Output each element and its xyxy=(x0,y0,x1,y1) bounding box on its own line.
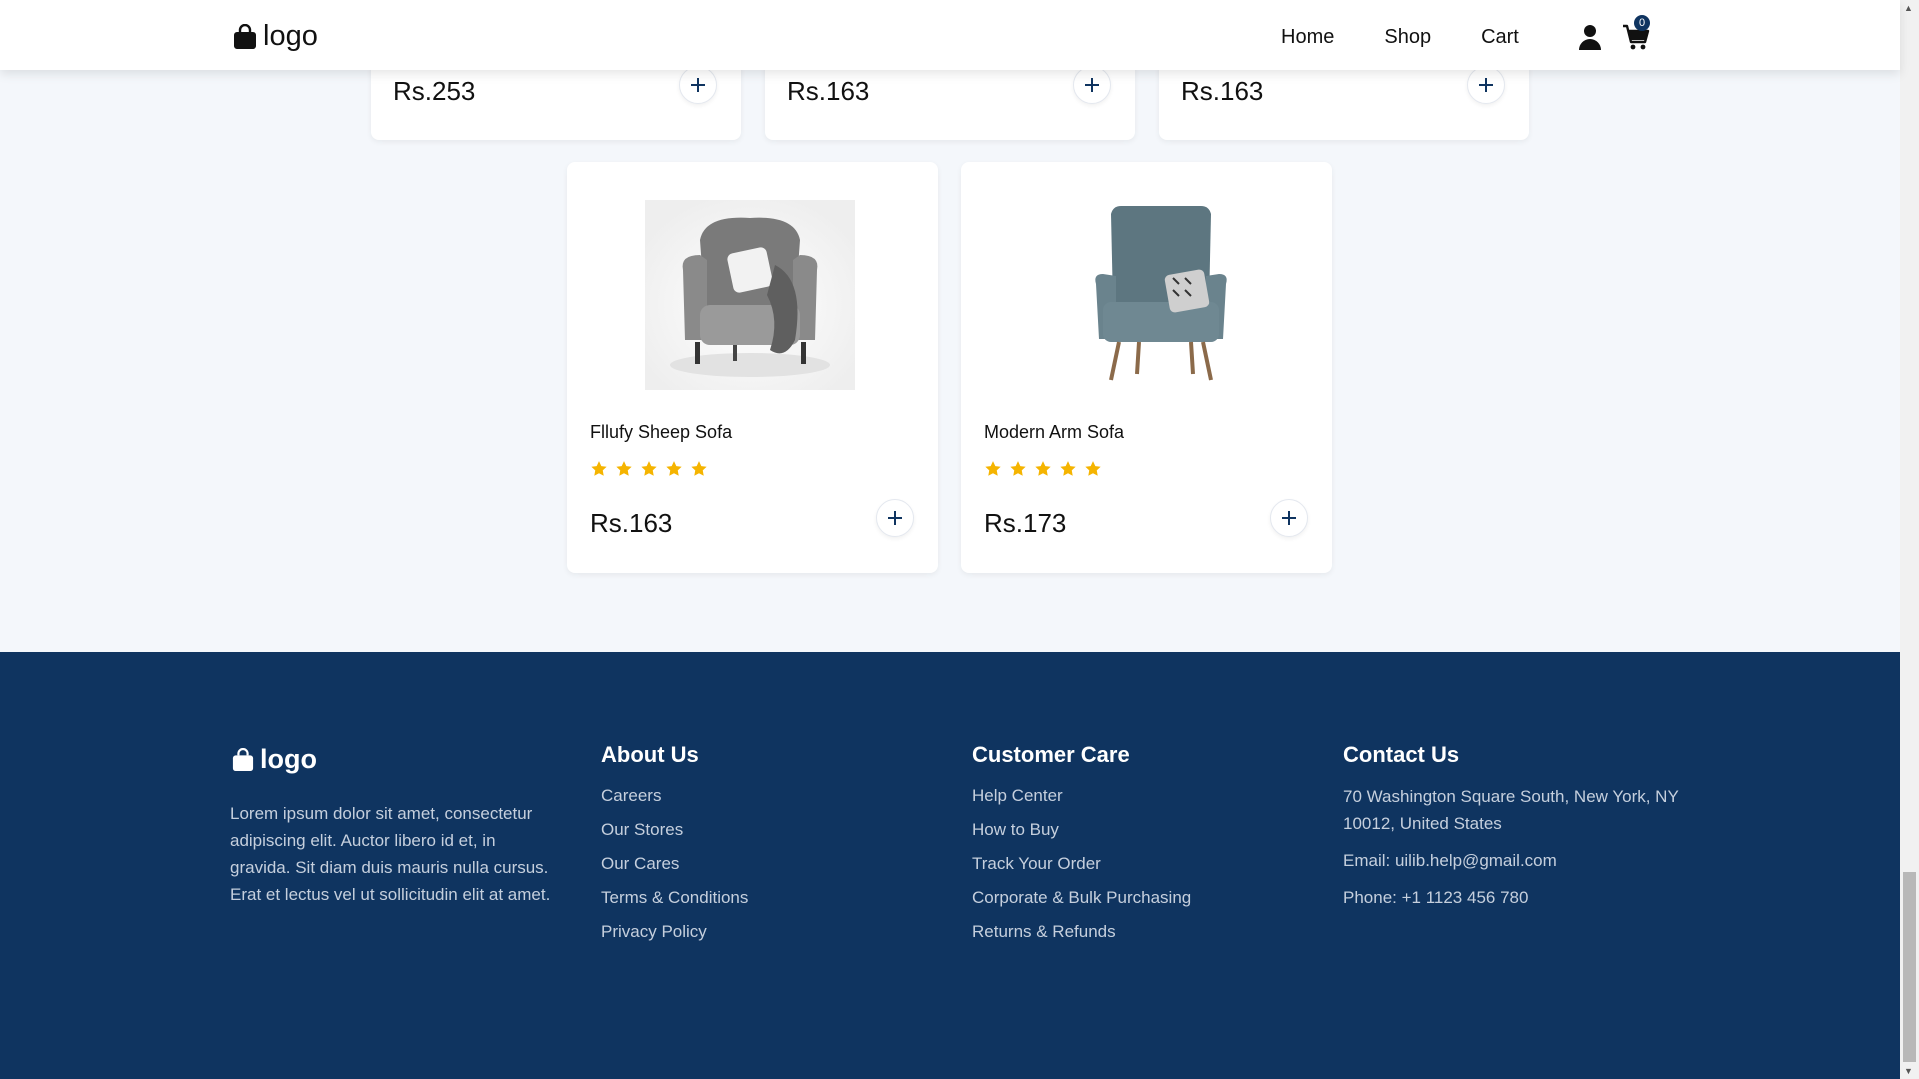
contact-address: 70 Washington Square South, New York, NY… xyxy=(1343,787,1679,833)
footer-contact-column: Contact Us 70 Washington Square South, N… xyxy=(1343,742,1683,921)
footer-care-column: Customer Care Help Center How to Buy Tra… xyxy=(972,742,1191,956)
user-icon[interactable] xyxy=(1579,24,1601,50)
product-name[interactable]: Modern Arm Sofa xyxy=(984,422,1124,443)
star-icon xyxy=(616,461,632,476)
contact-email[interactable]: Email: uilib.help@gmail.com xyxy=(1343,847,1683,874)
nav-shop[interactable]: Shop xyxy=(1384,26,1431,49)
star-icon xyxy=(1035,461,1051,476)
site-header: logo Home Shop Cart 0 xyxy=(0,0,1900,70)
add-to-cart-button[interactable] xyxy=(1073,66,1111,104)
star-icon xyxy=(666,461,682,476)
product-name[interactable]: Fllufy Sheep Sofa xyxy=(590,422,732,443)
footer-heading: About Us xyxy=(601,742,699,767)
rating-stars xyxy=(984,460,1102,478)
add-to-cart-button[interactable] xyxy=(1467,66,1505,104)
scroll-down-arrow-icon[interactable]: ▼ xyxy=(1904,1066,1913,1076)
footer-link-track-order[interactable]: Track Your Order xyxy=(972,854,1191,874)
footer-link-our-stores[interactable]: Our Stores xyxy=(601,820,748,840)
footer-about-column: About Us Careers Our Stores Our Cares Te… xyxy=(601,742,748,956)
star-icon xyxy=(691,461,707,476)
footer-link-careers[interactable]: Careers xyxy=(601,786,748,806)
nav-home[interactable]: Home xyxy=(1281,26,1334,49)
plus-icon xyxy=(1479,78,1493,92)
page-scrollbar[interactable]: ▲ ▼ xyxy=(1900,0,1919,1079)
footer-link-help-center[interactable]: Help Center xyxy=(972,786,1191,806)
add-to-cart-button[interactable] xyxy=(679,66,717,104)
footer-heading: Customer Care xyxy=(972,742,1130,767)
contact-phone[interactable]: Phone: +1 1123 456 780 xyxy=(1343,884,1683,911)
plus-icon xyxy=(691,78,705,92)
footer-logo[interactable]: logo xyxy=(232,744,317,775)
footer-heading: Contact Us xyxy=(1343,742,1460,767)
armchair-image xyxy=(645,200,855,390)
footer-link-how-to-buy[interactable]: How to Buy xyxy=(972,820,1191,840)
add-to-cart-button[interactable] xyxy=(1270,499,1308,537)
product-card[interactable]: Fllufy Sheep Sofa Rs.163 xyxy=(567,162,938,573)
rating-stars xyxy=(590,460,708,478)
logo-text: logo xyxy=(263,20,318,52)
scrollbar-thumb[interactable] xyxy=(1903,872,1916,1062)
product-price: Rs.173 xyxy=(984,508,1067,538)
footer-description: Lorem ipsum dolor sit amet, consectetur … xyxy=(230,804,551,904)
footer-link-terms[interactable]: Terms & Conditions xyxy=(601,888,748,908)
star-icon xyxy=(591,461,607,476)
add-to-cart-button[interactable] xyxy=(876,499,914,537)
logo-text: logo xyxy=(260,744,317,774)
footer-link-bulk-purchasing[interactable]: Corporate & Bulk Purchasing xyxy=(972,888,1191,908)
plus-icon xyxy=(888,511,902,525)
product-price: Rs.163 xyxy=(590,508,673,538)
product-price: Rs.253 xyxy=(393,76,476,106)
shopping-bag-icon xyxy=(232,747,254,771)
footer-link-returns[interactable]: Returns & Refunds xyxy=(972,922,1191,942)
product-card[interactable]: Modern Arm Sofa Rs.173 xyxy=(961,162,1332,573)
armchair-image xyxy=(1041,204,1241,384)
plus-icon xyxy=(1282,511,1296,525)
star-icon xyxy=(1060,461,1076,476)
product-price: Rs.163 xyxy=(1181,76,1264,106)
star-icon xyxy=(985,461,1001,476)
cart-count-badge: 0 xyxy=(1634,15,1650,31)
star-icon xyxy=(1085,461,1101,476)
nav-cart[interactable]: Cart xyxy=(1481,26,1519,49)
star-icon xyxy=(1010,461,1026,476)
scroll-up-arrow-icon[interactable]: ▲ xyxy=(1904,3,1913,13)
main-nav: Home Shop Cart xyxy=(1281,26,1569,49)
footer-link-our-cares[interactable]: Our Cares xyxy=(601,854,748,874)
star-icon xyxy=(641,461,657,476)
footer-link-privacy[interactable]: Privacy Policy xyxy=(601,922,748,942)
header-logo[interactable]: logo xyxy=(233,20,318,53)
product-price: Rs.163 xyxy=(787,76,870,106)
plus-icon xyxy=(1085,78,1099,92)
shopping-bag-icon xyxy=(234,23,256,49)
